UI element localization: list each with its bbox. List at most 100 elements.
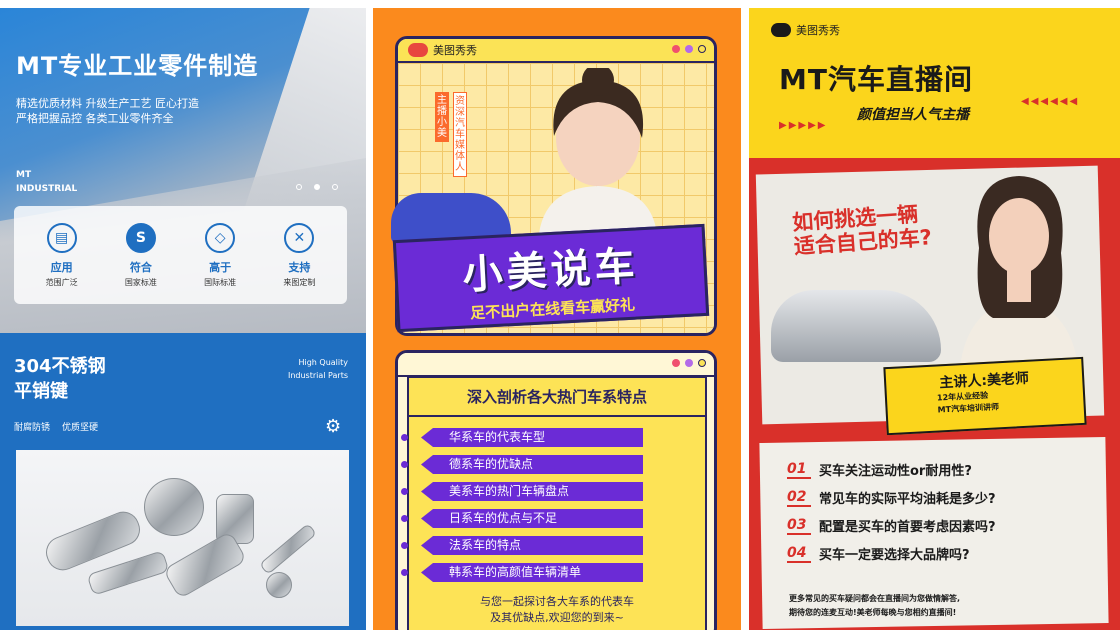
- feature-label: 高于: [209, 260, 232, 274]
- speaker-card: 主讲人:美老师 12年从业经验 MT汽车培训讲师: [883, 356, 1087, 436]
- product-title-line: 304不锈钢: [14, 356, 106, 377]
- arrow-decoration: ▶▶▶▶▶: [779, 120, 828, 131]
- question-item: 01 买车关注运动性or耐用性?: [787, 460, 972, 479]
- question-text: 配置是买车的首要考虑因素吗?: [819, 520, 996, 535]
- title-banner: 小美说车 足不出户在线看车赢好礼: [392, 223, 710, 333]
- metal-part: [144, 478, 204, 536]
- host-desc: 资深汽车媒体人: [453, 92, 467, 177]
- question-number: 01: [787, 461, 811, 479]
- feature-label: 支持: [288, 260, 311, 274]
- diamond-icon: ◇: [205, 222, 236, 253]
- gear-icon[interactable]: ⚙: [325, 416, 341, 437]
- question-text: 常见车的实际平均油耗是多少?: [819, 492, 996, 507]
- quality-tagline: High Quality Industrial Parts: [288, 356, 348, 382]
- window-dot: [698, 359, 706, 367]
- question-item: 02 常见车的实际平均油耗是多少?: [787, 488, 996, 507]
- presenter-portrait: [959, 176, 1079, 378]
- question-number: 02: [787, 489, 811, 507]
- headline-question: 如何挑选一辆 适合自己的车?: [791, 201, 932, 259]
- bullet-dot: [401, 569, 408, 576]
- tagline-line: Industrial Parts: [287, 371, 348, 380]
- feature-item: ▤ 应用 范围广泛: [27, 222, 97, 288]
- subtitle-line-2: 严格把握品控 各类工业零件齐全: [16, 112, 174, 125]
- topic-item: 德系车的优缺点: [421, 455, 643, 474]
- footer-text: 更多常见的买车疑问都会在直播间为您做情解答, 期待您的连麦互动!美老师每晚与您相…: [789, 592, 960, 620]
- topic-item: 美系车的热门车辆盘点: [421, 482, 643, 501]
- tools-icon: ✕: [284, 222, 315, 253]
- window-dots: [672, 45, 706, 53]
- feature-item: ◇ 高于 国际标准: [185, 222, 255, 288]
- bullet-dot: [401, 434, 408, 441]
- question-text: 买车一定要选择大品牌吗?: [819, 548, 970, 563]
- window-titlebar: [398, 353, 714, 377]
- window-dot: [672, 359, 680, 367]
- brand-mark: MT INDUSTRIAL: [16, 168, 77, 196]
- footer-line: 期待您的连麦互动!美老师每晚与您相约直播间!: [789, 608, 957, 617]
- topic-item: 华系车的代表车型: [421, 428, 643, 447]
- bullet-dot: [401, 515, 408, 522]
- footer-line: 与您一起探讨各大车系的代表车: [480, 595, 634, 608]
- metal-part: [266, 572, 292, 598]
- product-title-line: 平销键: [14, 381, 68, 402]
- product-tags: 耐腐防锈 优质坚硬: [14, 420, 98, 433]
- window-titlebar: 美图秀秀: [398, 39, 714, 63]
- metal-part: [162, 530, 248, 600]
- question-number: 03: [787, 517, 811, 535]
- product-tag: 优质坚硬: [62, 423, 99, 433]
- feature-sub: 国家标准: [124, 277, 157, 287]
- feature-item: ✕ 支持 来图定制: [264, 222, 334, 288]
- window-dots: [672, 359, 706, 367]
- metal-part: [258, 523, 318, 575]
- window-dot: [672, 45, 680, 53]
- subtitle-line-1: 精选优质材料 升级生产工艺 匠心打造: [16, 97, 199, 110]
- brand-line: INDUSTRIAL: [16, 184, 78, 194]
- feature-sub: 来图定制: [283, 277, 316, 287]
- question-item: 04 买车一定要选择大品牌吗?: [787, 544, 970, 563]
- question-text: 买车关注运动性or耐用性?: [819, 464, 972, 479]
- banner-title: 小美说车: [461, 242, 640, 299]
- arrow-decoration: ◀◀◀◀◀◀: [1021, 96, 1080, 107]
- car-talk-poster: 美图秀秀 主播小美 资深汽车媒体人 小美说车 足不出户在线看车赢好礼 深入剖析各…: [373, 8, 741, 630]
- question-item: 03 配置是买车的首要考虑因素吗?: [787, 516, 996, 535]
- logo-text: 美图秀秀: [433, 44, 477, 57]
- carousel-dots[interactable]: [296, 184, 338, 190]
- carousel-dot-active[interactable]: [314, 184, 320, 190]
- tagline-line: High Quality: [298, 358, 348, 367]
- app-logo: 美图秀秀: [408, 42, 477, 58]
- product-tag: 耐腐防锈: [14, 423, 51, 433]
- document-icon: ▤: [46, 222, 77, 253]
- topic-item: 法系车的特点: [421, 536, 643, 555]
- feature-sub: 范围广泛: [45, 277, 78, 287]
- feature-sub: 国际标准: [204, 277, 237, 287]
- meitu-logo-icon: [771, 23, 791, 37]
- poster-subtitle: 颜值担当人气主播: [857, 107, 969, 123]
- bullet-dot: [401, 488, 408, 495]
- product-photo: [16, 450, 349, 626]
- topic-item: 日系车的优点与不足: [421, 509, 643, 528]
- window-dot: [698, 45, 706, 53]
- feature-label: 应用: [50, 260, 73, 274]
- window-dot: [685, 359, 693, 367]
- feature-label: 符合: [129, 260, 152, 274]
- industrial-parts-poster: MT专业工业零件制造 精选优质材料 升级生产工艺 匠心打造 严格把握品控 各类工…: [0, 8, 366, 630]
- host-portrait: [538, 68, 658, 248]
- section-title: 深入剖析各大热门车系特点: [409, 378, 705, 417]
- footer-text: 与您一起探讨各大车系的代表车 及其优缺点,欢迎您的到来~: [373, 594, 741, 626]
- feature-strip: ▤ 应用 范围广泛 S 符合 国家标准 ◇ 高于 国际标准 ✕ 支持 来图定制: [14, 206, 347, 304]
- live-stream-poster: 美图秀秀 MT汽车直播间 ▶▶▶▶▶ 颜值担当人气主播 ◀◀◀◀◀◀ 如何挑选一…: [749, 8, 1120, 630]
- topics-panel: 深入剖析各大热门车系特点: [407, 376, 707, 630]
- meitu-logo-icon: [408, 43, 428, 57]
- logo-text: 美图秀秀: [796, 24, 840, 37]
- brand-line: MT: [16, 170, 32, 180]
- s-badge-icon: S: [125, 222, 156, 253]
- carousel-dot[interactable]: [296, 184, 302, 190]
- feature-item: S 符合 国家标准: [106, 222, 176, 288]
- carousel-dot[interactable]: [332, 184, 338, 190]
- host-tag: 主播小美: [435, 92, 449, 142]
- topic-item: 韩系车的高颜值车辆清单: [421, 563, 643, 582]
- app-logo: 美图秀秀: [771, 22, 840, 38]
- metal-part: [86, 550, 170, 596]
- bullet-dot: [401, 542, 408, 549]
- footer-line: 更多常见的买车疑问都会在直播间为您做情解答,: [789, 594, 961, 603]
- footer-line: 及其优缺点,欢迎您的到来~: [490, 611, 624, 624]
